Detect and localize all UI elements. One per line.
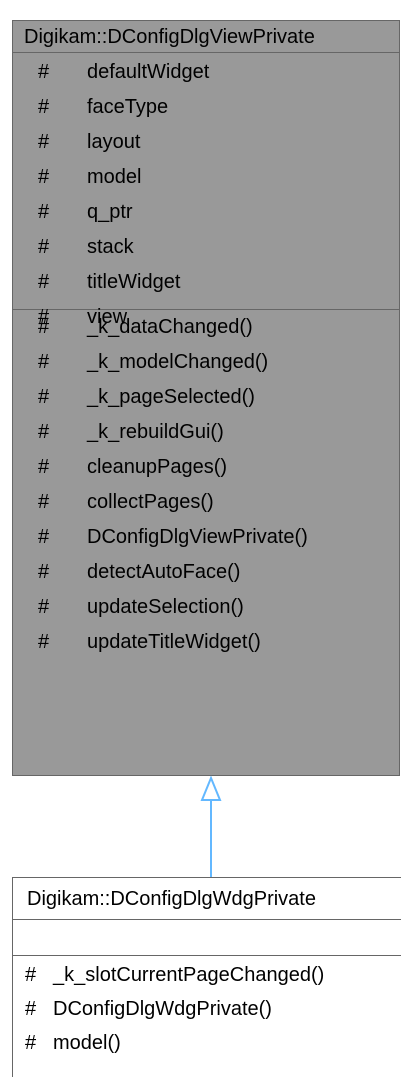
protected-visibility-marker: #: [38, 456, 50, 478]
attribute-row: # model: [13, 160, 399, 195]
method-name: updateTitleWidget(): [87, 631, 261, 653]
inheritance-arrowhead-icon: [200, 775, 222, 801]
protected-visibility-marker: #: [38, 61, 50, 83]
method-row: # detectAutoFace(): [13, 555, 399, 590]
method-row: # updateTitleWidget(): [13, 625, 399, 660]
protected-visibility-marker: #: [38, 491, 50, 513]
protected-visibility-marker: #: [38, 421, 50, 443]
method-name: detectAutoFace(): [87, 561, 241, 583]
method-name: _k_rebuildGui(): [87, 421, 224, 443]
attribute-row: # q_ptr: [13, 195, 399, 230]
protected-visibility-marker: #: [38, 351, 50, 373]
method-name: collectPages(): [87, 491, 214, 513]
protected-visibility-marker: #: [38, 131, 50, 153]
method-name: _k_dataChanged(): [87, 316, 253, 338]
method-row: # DConfigDlgViewPrivate(): [13, 520, 399, 555]
method-row: # updateSelection(): [13, 590, 399, 625]
parent-class-title: Digikam::DConfigDlgViewPrivate: [13, 21, 399, 53]
method-row: # collectPages(): [13, 485, 399, 520]
parent-class-box[interactable]: Digikam::DConfigDlgViewPrivate # defaultW…: [12, 20, 400, 776]
protected-visibility-marker: #: [38, 236, 50, 258]
method-name: _k_pageSelected(): [87, 386, 255, 408]
attribute-name: layout: [87, 131, 141, 153]
method-name: cleanupPages(): [87, 456, 228, 478]
method-row: # _k_pageSelected(): [13, 380, 399, 415]
method-row: # model(): [13, 1026, 401, 1060]
method-name: DConfigDlgViewPrivate(): [87, 526, 308, 548]
method-name: _k_slotCurrentPageChanged(): [53, 964, 325, 986]
method-name: DConfigDlgWdgPrivate(): [53, 998, 272, 1020]
child-methods-section: # _k_slotCurrentPageChanged() # DConfigDlg…: [13, 956, 401, 1060]
child-class-title: Digikam::DConfigDlgWdgPrivate: [13, 878, 401, 920]
protected-visibility-marker: #: [38, 316, 50, 338]
protected-visibility-marker: #: [38, 561, 50, 583]
protected-visibility-marker: #: [38, 526, 50, 548]
attribute-name: model: [87, 166, 142, 188]
child-class-box[interactable]: Digikam::DConfigDlgWdgPrivate # _k_slotCu…: [12, 877, 401, 1077]
attribute-name: titleWidget: [87, 271, 181, 293]
attribute-row: # stack: [13, 230, 399, 265]
method-row: # _k_slotCurrentPageChanged(): [13, 958, 401, 992]
protected-visibility-marker: #: [38, 166, 50, 188]
attribute-name: defaultWidget: [87, 61, 210, 83]
protected-visibility-marker: #: [38, 596, 50, 618]
protected-visibility-marker: #: [25, 1032, 37, 1054]
protected-visibility-marker: #: [38, 271, 50, 293]
method-row: # _k_rebuildGui(): [13, 415, 399, 450]
method-name: updateSelection(): [87, 596, 244, 618]
attribute-name: q_ptr: [87, 201, 133, 223]
child-attributes-section: [13, 920, 401, 956]
attribute-row: # layout: [13, 125, 399, 160]
class-diagram: Digikam::DConfigDlgViewPrivate # defaultW…: [0, 0, 401, 1077]
method-row: # _k_modelChanged(): [13, 345, 399, 380]
protected-visibility-marker: #: [25, 998, 37, 1020]
attribute-row: # titleWidget: [13, 265, 399, 300]
method-row: # _k_dataChanged(): [13, 310, 399, 345]
method-row: # DConfigDlgWdgPrivate(): [13, 992, 401, 1026]
attribute-row: # faceType: [13, 90, 399, 125]
method-name: model(): [53, 1032, 121, 1054]
method-name: _k_modelChanged(): [87, 351, 269, 373]
protected-visibility-marker: #: [38, 631, 50, 653]
attribute-name: stack: [87, 236, 134, 258]
method-row: # cleanupPages(): [13, 450, 399, 485]
parent-methods-section: # _k_dataChanged() # _k_modelChanged() # _k…: [13, 310, 399, 660]
attribute-row: # defaultWidget: [13, 55, 399, 90]
protected-visibility-marker: #: [38, 386, 50, 408]
protected-visibility-marker: #: [38, 96, 50, 118]
protected-visibility-marker: #: [38, 201, 50, 223]
protected-visibility-marker: #: [25, 964, 37, 986]
parent-attributes-section: # defaultWidget # faceType # layout # model …: [13, 53, 399, 328]
attribute-name: faceType: [87, 96, 169, 118]
